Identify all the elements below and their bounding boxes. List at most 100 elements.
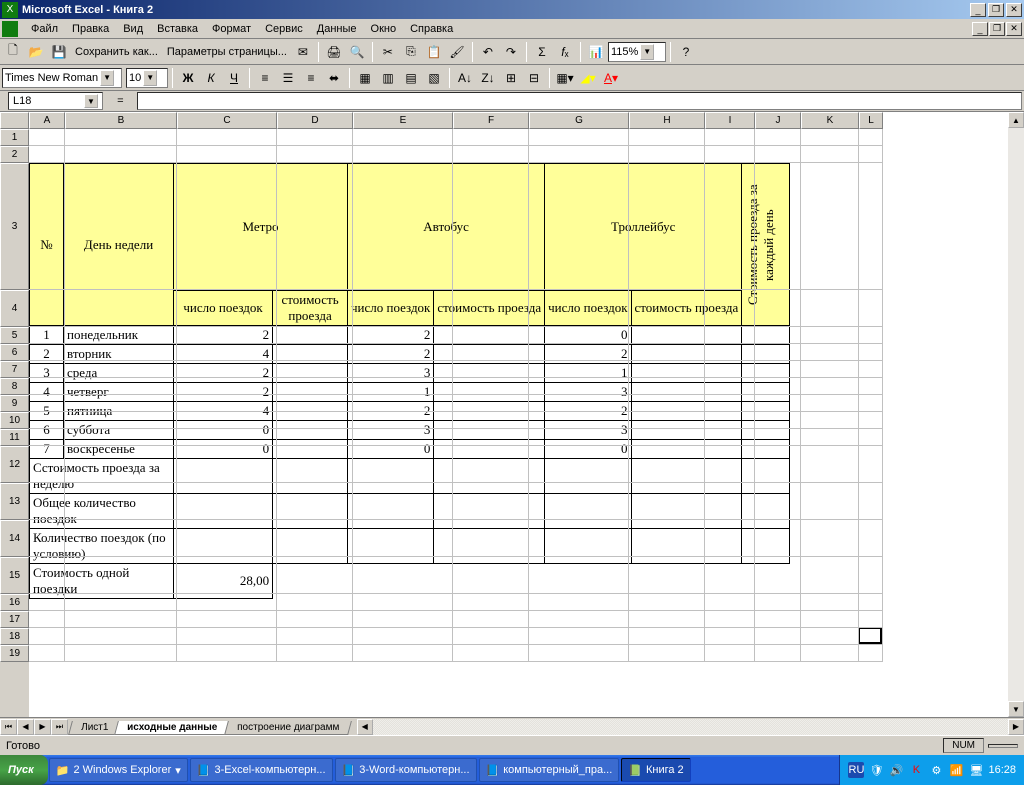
menu-view[interactable]: Вид <box>116 21 150 37</box>
row-header[interactable]: 2 <box>0 146 29 163</box>
row-header[interactable]: 17 <box>0 611 29 628</box>
spreadsheet-grid[interactable]: 12345678910111213141516171819 ABCDEFGHIJ… <box>0 112 1024 717</box>
row-header[interactable]: 15 <box>0 557 29 594</box>
taskbar-item[interactable]: 📘 3-Excel-компьютерн... <box>190 758 333 782</box>
scroll-left-icon[interactable]: ◀ <box>357 719 373 735</box>
tab-last-icon[interactable]: ⏭ <box>51 719 68 735</box>
tray-icon[interactable]: 📶 <box>948 762 964 778</box>
align-right-icon[interactable]: ≡ <box>300 67 322 89</box>
row-header[interactable]: 4 <box>0 290 29 327</box>
taskbar-item-active[interactable]: 📗 Книга 2 <box>621 758 690 782</box>
menu-window[interactable]: Окно <box>364 21 404 37</box>
tab-prev-icon[interactable]: ◀ <box>17 719 34 735</box>
column-header[interactable]: C <box>177 112 277 129</box>
taskbar-item[interactable]: 📘 3-Word-компьютерн... <box>335 758 477 782</box>
menu-tools[interactable]: Сервис <box>258 21 310 37</box>
chevron-down-icon[interactable]: ▼ <box>84 94 98 108</box>
align-center-icon[interactable]: ☰ <box>277 67 299 89</box>
copy-icon[interactable]: ⎘ <box>400 41 422 63</box>
row-header[interactable]: 13 <box>0 483 29 520</box>
save-as-button[interactable]: Сохранить как... <box>71 46 162 58</box>
preview-icon[interactable]: 🔍 <box>346 41 368 63</box>
open-icon[interactable]: 📂 <box>25 41 47 63</box>
menu-file[interactable]: Файл <box>24 21 65 37</box>
autosum-icon[interactable]: Σ <box>531 41 553 63</box>
select-all-corner[interactable] <box>0 112 29 129</box>
menu-format[interactable]: Формат <box>205 21 258 37</box>
chart-icon[interactable]: 📊 <box>585 41 607 63</box>
new-icon[interactable]: 🗋 <box>2 41 24 63</box>
row-header[interactable]: 8 <box>0 378 29 395</box>
scroll-right-icon[interactable]: ▶ <box>1008 719 1024 735</box>
menu-data[interactable]: Данные <box>310 21 364 37</box>
row-header[interactable]: 3 <box>0 163 29 290</box>
help-icon[interactable]: ? <box>675 41 697 63</box>
undo-icon[interactable]: ↶ <box>477 41 499 63</box>
borders2-icon[interactable]: ▥ <box>377 67 399 89</box>
column-header[interactable]: D <box>277 112 353 129</box>
column-header[interactable]: A <box>29 112 65 129</box>
tray-icon[interactable]: 🛡 <box>868 762 884 778</box>
row-header[interactable]: 5 <box>0 327 29 344</box>
sheet-tab[interactable]: Лист1 <box>68 721 121 735</box>
menu-help[interactable]: Справка <box>403 21 460 37</box>
row-header[interactable]: 7 <box>0 361 29 378</box>
tab-next-icon[interactable]: ▶ <box>34 719 51 735</box>
chevron-down-icon[interactable]: ▼ <box>143 70 157 86</box>
column-header[interactable]: L <box>859 112 883 129</box>
sheet-tab[interactable]: построение диаграмм <box>224 721 352 735</box>
font-color-icon[interactable]: A▾ <box>600 67 622 89</box>
chevron-down-icon[interactable]: ▼ <box>640 44 654 60</box>
horizontal-scrollbar[interactable]: ◀ ▶ <box>357 719 1024 735</box>
sheet-tab-active[interactable]: исходные данные <box>114 721 230 735</box>
ungroup-icon[interactable]: ⊟ <box>523 67 545 89</box>
scroll-track[interactable] <box>373 719 1008 735</box>
borders-icon[interactable]: ▦ <box>354 67 376 89</box>
group-icon[interactable]: ⊞ <box>500 67 522 89</box>
row-header[interactable]: 10 <box>0 412 29 429</box>
column-header[interactable]: I <box>705 112 755 129</box>
tray-icon[interactable]: 🔊 <box>888 762 904 778</box>
menu-insert[interactable]: Вставка <box>150 21 205 37</box>
vertical-scrollbar[interactable]: ▲ ▼ <box>1008 112 1024 717</box>
close-button[interactable]: ✕ <box>1006 3 1022 17</box>
borders4-icon[interactable]: ▧ <box>423 67 445 89</box>
font-combo[interactable]: Times New Roman ▼ <box>2 68 122 88</box>
redo-icon[interactable]: ↷ <box>500 41 522 63</box>
row-header[interactable]: 19 <box>0 645 29 662</box>
border-dropdown-icon[interactable]: ▦▾ <box>554 67 576 89</box>
taskbar-item[interactable]: 📘 компьютерный_пра... <box>479 758 620 782</box>
scroll-down-icon[interactable]: ▼ <box>1008 701 1024 717</box>
sort-desc-icon[interactable]: Z↓ <box>477 67 499 89</box>
column-header[interactable]: E <box>353 112 453 129</box>
mdi-minimize-button[interactable]: _ <box>972 22 988 36</box>
row-header[interactable]: 12 <box>0 446 29 483</box>
tray-icon[interactable]: ⚙ <box>928 762 944 778</box>
scroll-up-icon[interactable]: ▲ <box>1008 112 1024 128</box>
formula-input[interactable] <box>137 92 1022 110</box>
fontsize-combo[interactable]: 10 ▼ <box>126 68 168 88</box>
clock[interactable]: 16:28 <box>988 764 1016 776</box>
borders3-icon[interactable]: ▤ <box>400 67 422 89</box>
system-tray[interactable]: RU 🛡 🔊 K ⚙ 📶 🖥 16:28 <box>839 755 1024 785</box>
mdi-restore-button[interactable]: ❐ <box>989 22 1005 36</box>
scroll-track[interactable] <box>1008 128 1024 701</box>
italic-icon[interactable]: К <box>200 67 222 89</box>
mail-icon[interactable]: ✉ <box>292 41 314 63</box>
paste-icon[interactable]: 📋 <box>423 41 445 63</box>
column-header[interactable]: B <box>65 112 177 129</box>
align-left-icon[interactable]: ≡ <box>254 67 276 89</box>
cut-icon[interactable]: ✂ <box>377 41 399 63</box>
minimize-button[interactable]: _ <box>970 3 986 17</box>
sort-asc-icon[interactable]: A↓ <box>454 67 476 89</box>
underline-icon[interactable]: Ч <box>223 67 245 89</box>
start-button[interactable]: Пуск <box>0 755 48 785</box>
merge-icon[interactable]: ⬌ <box>323 67 345 89</box>
mdi-close-button[interactable]: ✕ <box>1006 22 1022 36</box>
name-box[interactable]: L18 ▼ <box>8 92 103 110</box>
lang-indicator[interactable]: RU <box>848 762 864 778</box>
row-header[interactable]: 14 <box>0 520 29 557</box>
bold-icon[interactable]: Ж <box>177 67 199 89</box>
column-header[interactable]: F <box>453 112 529 129</box>
row-header[interactable]: 16 <box>0 594 29 611</box>
